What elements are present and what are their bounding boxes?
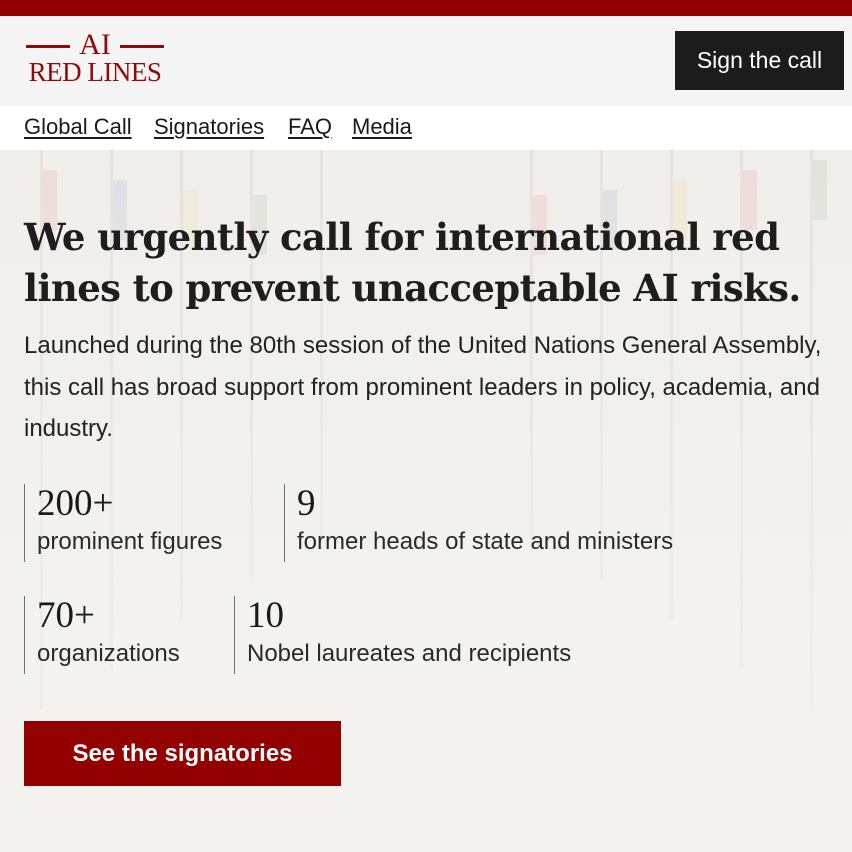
stat-number: 10 bbox=[247, 595, 284, 636]
site-logo[interactable]: AI RED LINES bbox=[24, 28, 166, 90]
nav-link-media[interactable]: Media bbox=[352, 113, 412, 141]
see-the-signatories-button[interactable]: See the signatories bbox=[24, 721, 341, 786]
site-header: AI RED LINES Sign the call bbox=[0, 16, 852, 106]
stat-number: 9 bbox=[297, 483, 316, 524]
stat-former-heads-of-state: 9 former heads of state and ministers bbox=[284, 484, 673, 562]
logo-right-rule bbox=[120, 45, 164, 48]
stat-organizations: 70+ organizations bbox=[24, 596, 180, 674]
hero-section: We urgently call for international red l… bbox=[0, 150, 852, 852]
hero-headline: We urgently call for international red l… bbox=[24, 215, 801, 310]
sign-the-call-button[interactable]: Sign the call bbox=[675, 31, 844, 90]
nav-link-signatories[interactable]: Signatories bbox=[154, 113, 264, 141]
stat-label: former heads of state and ministers bbox=[297, 528, 674, 555]
stat-number: 200+ bbox=[37, 483, 114, 524]
nav-link-faq[interactable]: FAQ bbox=[288, 113, 332, 141]
stat-prominent-figures: 200+ prominent figures bbox=[24, 484, 222, 562]
top-accent-bar bbox=[0, 0, 852, 16]
hero-lead-paragraph: Launched during the 80th session of the … bbox=[24, 332, 822, 442]
stat-label: Nobel laureates and recipients bbox=[247, 640, 572, 667]
logo-left-rule bbox=[26, 45, 70, 48]
stat-number: 70+ bbox=[37, 595, 95, 636]
nav-link-global-call[interactable]: Global Call bbox=[24, 113, 132, 141]
main-nav: Global Call Signatories FAQ Media bbox=[0, 106, 852, 150]
stat-label: prominent figures bbox=[37, 528, 223, 555]
stat-nobel-laureates: 10 Nobel laureates and recipients bbox=[234, 596, 571, 674]
logo-red-lines-text: RED LINES bbox=[28, 57, 162, 87]
stat-label: organizations bbox=[37, 640, 180, 667]
